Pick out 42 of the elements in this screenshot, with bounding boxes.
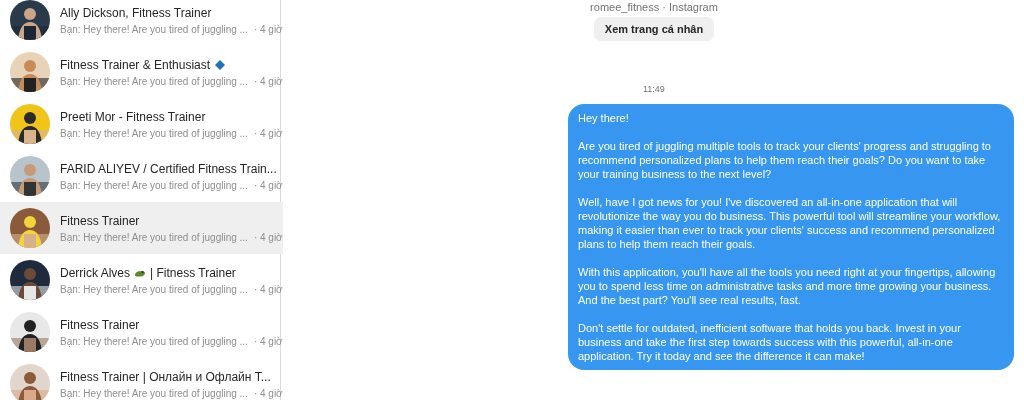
conversation-item[interactable]: Fitness Trainer | Онлайн и Офлайн Т... Bạn: Hey there! Are you tired of juggling ... · 4 giờ [0,358,283,400]
contact-name: Preeti Mor - Fitness Trainer [60,109,206,124]
contact-name: Fitness Trainer | Онлайн и Офлайн Т... [60,369,271,384]
conversation-item[interactable]: Fitness Trainer Bạn: Hey there! Are you tired of juggling ... · 4 giờ [0,202,283,254]
message-time: · 4 giờ [253,179,283,191]
message-preview: Bạn: Hey there! Are you tired of juggling ... [60,387,248,399]
message-time: · 4 giờ [253,127,283,139]
message-preview: Bạn: Hey there! Are you tired of juggling ... [60,75,248,87]
conversation-item[interactable]: FARID ALIYEV / Certified Fitness Train... Bạn: Hey there! Are you tired of juggling ... · 4 giờ [0,150,283,202]
contact-name: FARID ALIYEV / Certified Fitness Train... [60,161,277,176]
contact-name: Fitness Trainer & Enthusiast [60,57,211,72]
message-paragraph: With this application, you'll have all the tools you need right at your fingertips, allowing you to spend less time on administrative tasks and more time growing your business. And the best part? You'll see real results, fast. [578,265,997,307]
profile-subtitle: romee_fitness · Instagram [590,1,718,13]
message-time: · 4 giờ [253,387,283,399]
message-time: · 4 giờ [253,75,283,87]
contact-name-suffix: | Fitness Trainer [150,265,236,280]
view-profile-button[interactable]: Xem trang cá nhân [593,17,715,41]
message-paragraph: Don't settle for outdated, inefficient software that holds you back. Invest in your business and take the first step towards success with this powerful, all-in-one application. Try it today and see the difference it can make! [578,321,962,363]
timestamp: 11:49 [643,84,665,94]
message-paragraph: Are you tired of juggling multiple tools to track your clients' progress and struggling to recommend personalized plans to help them reach their goals? Do you want to take your training business to the next level? [578,139,992,181]
conversation-item[interactable]: Preeti Mor - Fitness Trainer Bạn: Hey there! Are you tired of juggling ... · 4 giờ [0,98,283,150]
message-preview: Bạn: Hey there! Are you tired of juggling ... [60,179,248,191]
message-time: · 4 giờ [253,23,283,35]
conversation-item[interactable]: Ally Dickson, Fitness Trainer Bạn: Hey there! Are you tired of juggling ... · 4 giờ [0,0,283,46]
message-time: · 4 giờ [253,335,283,347]
message-preview: Bạn: Hey there! Are you tired of juggling ... [60,23,248,35]
conversation-item[interactable]: Derrick Alves | Fitness Trainer Bạn: Hey there! Are you tired of juggling ... · 4 giờ [0,254,283,306]
message-paragraph: Well, have I got news for you! I've discovered an all-in-one application that will revolutionize the way you do business. This powerful tool will streamline your workflow, making it easier than ever to track your clients' success and recommend personalized plans to help them reach their goals. [578,195,1002,251]
message-preview: Bạn: Hey there! Are you tired of juggling ... [60,127,248,139]
message-time: · 4 giờ [253,283,283,295]
message-preview: Bạn: Hey there! Are you tired of juggling ... [60,283,248,295]
message-preview: Bạn: Hey there! Are you tired of juggling ... [60,335,248,347]
contact-name: Fitness Trainer [60,213,140,228]
diamond-icon [214,58,227,71]
contact-name: Derrick Alves [60,265,130,280]
message-paragraph: Hey there! [578,111,630,125]
contact-name: Fitness Trainer [60,317,140,332]
message-preview: Bạn: Hey there! Are you tired of juggling ... [60,231,248,243]
conversation-item[interactable]: Fitness Trainer & Enthusiast Bạn: Hey there! Are you tired of juggling ... · 4 giờ [0,46,283,98]
message-time: · 4 giờ [253,231,283,243]
conversation-item[interactable]: Fitness Trainer Bạn: Hey there! Are you tired of juggling ... · 4 giờ [0,306,283,358]
contact-name: Ally Dickson, Fitness Trainer [60,5,212,20]
